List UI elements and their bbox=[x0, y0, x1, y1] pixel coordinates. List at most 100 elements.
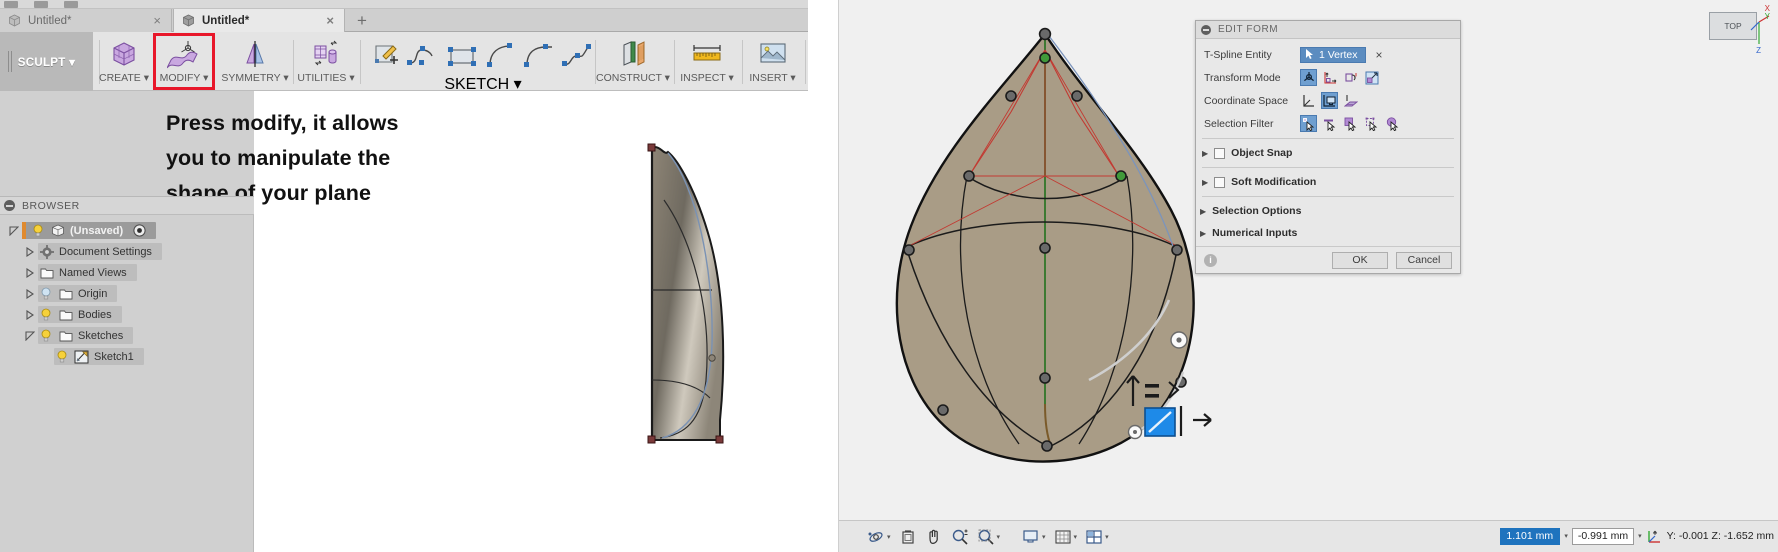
collapse-icon[interactable] bbox=[4, 200, 15, 211]
chevron-right-icon[interactable]: ▶ bbox=[1202, 178, 1208, 187]
value-input-secondary[interactable]: -0.991 mm bbox=[1571, 527, 1635, 545]
tree-item-origin[interactable]: Origin bbox=[0, 283, 253, 304]
tree-item-bodies[interactable]: Bodies bbox=[0, 304, 253, 325]
sketch-spline-icon[interactable] bbox=[560, 42, 594, 70]
chevron-right-icon[interactable] bbox=[22, 267, 38, 278]
chevron-right-icon[interactable]: ▶ bbox=[1200, 229, 1206, 238]
lightbulb-off-icon[interactable] bbox=[38, 287, 53, 300]
chevron-down-icon[interactable]: ▾ bbox=[1074, 533, 1078, 541]
soft-modification-checkbox[interactable] bbox=[1214, 176, 1226, 188]
space-surface-icon[interactable] bbox=[1342, 92, 1359, 109]
transform-manipulator[interactable] bbox=[1119, 320, 1239, 450]
chevron-down-icon[interactable]: ▾ bbox=[1042, 533, 1046, 541]
view-cube[interactable]: TOP X Y Z bbox=[1695, 4, 1773, 64]
chevron-down-icon[interactable]: ▾ bbox=[1564, 532, 1568, 540]
lightbulb-on-icon[interactable] bbox=[54, 350, 69, 363]
close-icon[interactable]: × bbox=[151, 14, 163, 27]
tab-untitled-1[interactable]: Untitled* × bbox=[0, 9, 172, 32]
chevron-right-icon[interactable] bbox=[22, 246, 38, 257]
chevron-right-icon[interactable] bbox=[22, 288, 38, 299]
clear-selection-icon[interactable]: × bbox=[1376, 48, 1383, 62]
workspace-switcher-sculpt[interactable]: SCULPT ▾ bbox=[0, 32, 93, 91]
tree-item-sketch1[interactable]: Sketch1 bbox=[0, 346, 253, 367]
filter-face-icon[interactable] bbox=[1342, 115, 1359, 132]
ribbon-group-inspect[interactable]: INSPECT ▾ bbox=[677, 32, 737, 91]
filter-edge-icon[interactable] bbox=[1321, 115, 1338, 132]
chevron-expanded-icon[interactable] bbox=[22, 330, 38, 341]
info-icon[interactable]: i bbox=[1204, 253, 1217, 267]
ribbon-group-sketch[interactable]: SKETCH ▾ bbox=[363, 32, 603, 93]
section-selection-options[interactable]: ▶ Selection Options bbox=[1196, 200, 1460, 222]
field-selection-filter: Selection Filter bbox=[1196, 112, 1460, 135]
tab-untitled-2[interactable]: Untitled* × bbox=[173, 9, 345, 32]
dialog-title: EDIT FORM bbox=[1218, 24, 1279, 35]
ok-button[interactable]: OK bbox=[1332, 251, 1388, 269]
object-snap-checkbox[interactable] bbox=[1214, 147, 1226, 159]
space-world-icon[interactable] bbox=[1300, 92, 1317, 109]
divider bbox=[1202, 167, 1454, 168]
transform-rotate-icon[interactable] bbox=[1342, 69, 1359, 86]
chevron-right-icon[interactable]: ▶ bbox=[1200, 207, 1206, 216]
transform-freeform-icon[interactable] bbox=[1300, 69, 1317, 86]
sketch-curve-icon[interactable] bbox=[522, 42, 554, 70]
ribbon-group-symmetry[interactable]: SYMMETRY ▾ bbox=[221, 32, 289, 91]
chevron-down-icon[interactable]: ▾ bbox=[1105, 533, 1109, 541]
filter-vertex-icon[interactable] bbox=[1300, 115, 1317, 132]
create-sketch-icon[interactable] bbox=[372, 42, 400, 70]
lightbulb-on-icon[interactable] bbox=[38, 308, 53, 321]
zoom-window-button[interactable]: ▾ bbox=[973, 526, 1005, 548]
filter-all-icon[interactable] bbox=[1384, 115, 1401, 132]
lightbulb-on-icon[interactable] bbox=[38, 329, 53, 342]
ribbon-separator bbox=[805, 40, 806, 84]
chevron-right-icon[interactable]: ▶ bbox=[1202, 149, 1208, 158]
chevron-down-icon[interactable]: ▾ bbox=[1638, 532, 1642, 540]
section-object-snap[interactable]: ▶ Object Snap bbox=[1196, 142, 1460, 164]
sketch-line-icon[interactable] bbox=[406, 42, 440, 70]
viewports-button[interactable]: ▾ bbox=[1081, 526, 1113, 548]
chevron-down-icon[interactable]: ▾ bbox=[887, 533, 891, 541]
tree-item-named-views[interactable]: Named Views bbox=[0, 262, 253, 283]
display-settings-button[interactable]: ▾ bbox=[1018, 526, 1050, 548]
sketch-arc-icon[interactable] bbox=[484, 42, 516, 70]
collapse-icon[interactable] bbox=[1201, 24, 1211, 35]
zoom-button[interactable] bbox=[947, 526, 973, 548]
grid-snap-button[interactable]: ▾ bbox=[1050, 526, 1082, 548]
filter-body-icon[interactable] bbox=[1363, 115, 1380, 132]
sketch-icon bbox=[73, 350, 90, 364]
visibility-eye-icon[interactable] bbox=[133, 224, 146, 237]
chevron-right-icon[interactable] bbox=[22, 309, 38, 320]
selection-chip[interactable]: 1 Vertex bbox=[1300, 46, 1366, 63]
look-at-button[interactable] bbox=[895, 526, 921, 548]
edit-form-dialog[interactable]: EDIT FORM T-Spline Entity 1 Vertex × Tra… bbox=[1195, 20, 1461, 274]
qa-icon-3[interactable] bbox=[64, 1, 78, 8]
transform-scale-icon[interactable] bbox=[1363, 69, 1380, 86]
cancel-button[interactable]: Cancel bbox=[1396, 251, 1452, 269]
value-input-primary[interactable]: 1.101 mm bbox=[1500, 527, 1561, 545]
tree-item-unsaved[interactable]: (Unsaved) bbox=[0, 220, 253, 241]
ribbon-group-insert[interactable]: INSERT ▾ bbox=[745, 32, 800, 91]
section-soft-modification[interactable]: ▶ Soft Modification bbox=[1196, 171, 1460, 193]
3d-viewport[interactable]: TOP X Y Z EDIT FORM T-Spline Entity 1 Ve… bbox=[839, 0, 1778, 520]
ribbon-group-create[interactable]: CREATE ▾ bbox=[99, 32, 149, 91]
tree-item-sketches[interactable]: Sketches bbox=[0, 325, 253, 346]
ribbon-group-utilities[interactable]: UTILITIES ▾ bbox=[296, 32, 356, 91]
qa-icon-1[interactable] bbox=[4, 1, 18, 8]
transform-translate-icon[interactable] bbox=[1321, 69, 1338, 86]
qa-icon-2[interactable] bbox=[34, 1, 48, 8]
ribbon-group-construct[interactable]: CONSTRUCT ▾ bbox=[596, 32, 670, 91]
space-view-icon[interactable] bbox=[1321, 92, 1338, 109]
chevron-expanded-icon[interactable] bbox=[6, 225, 22, 236]
section-numerical-inputs[interactable]: ▶ Numerical Inputs bbox=[1196, 222, 1460, 244]
orbit-button[interactable]: ▾ bbox=[863, 526, 895, 548]
lightbulb-on-icon[interactable] bbox=[30, 224, 45, 237]
tree-chip: Named Views bbox=[38, 264, 137, 281]
pan-button[interactable] bbox=[921, 526, 947, 548]
axis-tripod-icon[interactable] bbox=[1646, 528, 1663, 545]
chevron-down-icon[interactable]: ▾ bbox=[997, 533, 1001, 541]
sketch-rectangle-icon[interactable] bbox=[446, 42, 478, 70]
new-tab-button[interactable]: + bbox=[351, 9, 373, 32]
dialog-header[interactable]: EDIT FORM bbox=[1196, 21, 1460, 39]
close-icon[interactable]: × bbox=[324, 14, 336, 27]
divider bbox=[1202, 138, 1454, 139]
tree-item-document-settings[interactable]: Document Settings bbox=[0, 241, 253, 262]
